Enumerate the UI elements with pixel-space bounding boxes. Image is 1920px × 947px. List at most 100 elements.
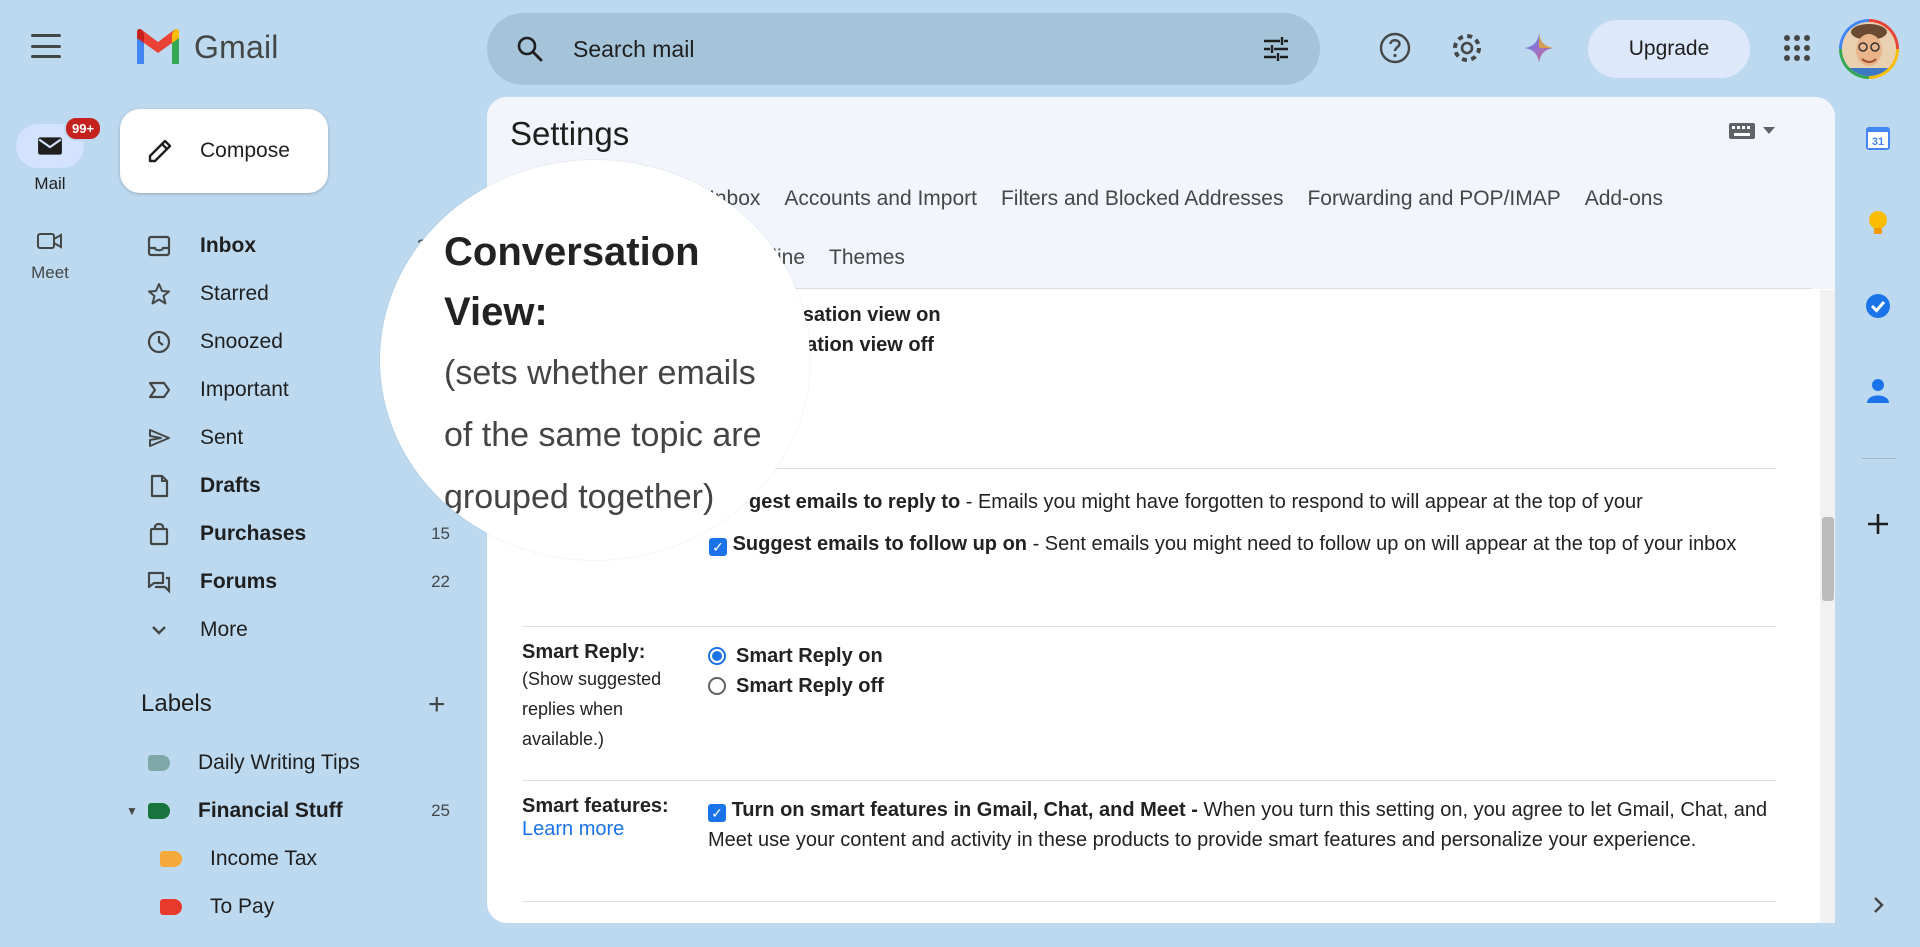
- tab-accounts-and-import[interactable]: Accounts and Import: [784, 187, 977, 211]
- rail-meet[interactable]: Meet: [0, 230, 100, 283]
- search-icon[interactable]: [515, 34, 545, 64]
- rail-mail-label: Mail: [34, 174, 66, 193]
- followup-checkbox[interactable]: ✓: [709, 538, 727, 556]
- nav-item-purchases[interactable]: Purchases 15: [120, 510, 476, 558]
- magnifier-content: Conversation View: (sets whether emails …: [444, 222, 762, 528]
- label-item[interactable]: Daily Writing Tips: [120, 739, 476, 787]
- nav-item-label: Snoozed: [200, 330, 283, 353]
- scrollbar-track[interactable]: [1820, 290, 1835, 923]
- labels-list: Daily Writing Tips ▼ Financial Stuff 25 …: [120, 739, 476, 931]
- rail-mail[interactable]: 99+ Mail: [0, 116, 103, 194]
- unread-badge: 99+: [64, 116, 103, 141]
- caret-down-icon: [1763, 127, 1775, 134]
- smart-reply-label: Smart Reply:: [522, 641, 646, 663]
- send-icon: [146, 425, 172, 451]
- upgrade-button[interactable]: Upgrade: [1588, 20, 1750, 78]
- nav-item-label: Sent: [200, 426, 244, 449]
- apps-grid-icon[interactable]: [1779, 30, 1815, 66]
- smart-reply-on-radio[interactable]: [708, 647, 726, 665]
- smart-features-checkbox[interactable]: ✓: [708, 804, 726, 822]
- option-label: rsation view on: [795, 304, 941, 326]
- search-input[interactable]: [573, 35, 1260, 63]
- scrollbar-thumb[interactable]: [1822, 517, 1834, 601]
- contacts-person-icon[interactable]: [1862, 374, 1894, 406]
- label-item[interactable]: Income Tax: [120, 835, 476, 883]
- search-options-icon[interactable]: [1260, 33, 1292, 65]
- settings-tabs-row-1: Inbox Accounts and Import Filters and Bl…: [709, 187, 1663, 211]
- right-rail-divider: [1862, 458, 1896, 459]
- label-item-label: Financial Stuff: [198, 799, 343, 822]
- draft-icon: [146, 473, 172, 499]
- keyboard-icon: [1729, 123, 1755, 139]
- smart-features-option[interactable]: ✓ Turn on smart features in Gmail, Chat,…: [708, 795, 1778, 855]
- page-title: Settings: [510, 115, 630, 152]
- pencil-icon: [148, 139, 172, 163]
- keep-bulb-icon[interactable]: [1862, 207, 1894, 239]
- magnifier-title: Conversation View:: [444, 230, 700, 334]
- important-icon: [146, 377, 172, 403]
- gmail-wordmark: Gmail: [194, 28, 279, 65]
- smart-features-label: Smart features:: [522, 795, 669, 817]
- account-avatar[interactable]: [1839, 19, 1899, 79]
- smart-reply-off-option[interactable]: Smart Reply off: [708, 671, 1748, 701]
- add-addon-plus-icon[interactable]: [1862, 508, 1894, 540]
- row-label: Smart Reply: (Show suggested replies whe…: [522, 641, 692, 754]
- expand-side-panel-chevron-icon[interactable]: [1862, 889, 1894, 921]
- forum-icon: [146, 569, 172, 595]
- nudges-options: gest emails to reply to - Emails you mig…: [709, 487, 1759, 556]
- main-menu-button[interactable]: [31, 34, 61, 58]
- conversation-view-off-option[interactable]: sation view off: [795, 330, 1835, 360]
- mail-icon: [38, 137, 62, 155]
- smart-features-row: Smart features: Learn more ✓ Turn on sma…: [522, 780, 1776, 902]
- create-label-button[interactable]: +: [428, 690, 446, 720]
- caret-down-icon[interactable]: ▼: [126, 804, 138, 818]
- compose-label: Compose: [200, 139, 290, 162]
- conversation-view-on-option[interactable]: rsation view on: [795, 300, 1835, 330]
- gemini-sparkle-icon[interactable]: [1521, 30, 1557, 66]
- row-label: Smart features: Learn more: [522, 795, 702, 841]
- nav-item-label: Starred: [200, 282, 269, 305]
- calendar-icon[interactable]: 31: [1862, 122, 1894, 154]
- compose-button[interactable]: Compose: [120, 109, 328, 193]
- label-item-label: Income Tax: [210, 847, 317, 870]
- nav-item-label: Forums: [200, 570, 278, 593]
- magnifier-line: of the same topic are: [444, 416, 762, 454]
- settings-gear-icon[interactable]: [1449, 30, 1485, 66]
- option-description: - Sent emails you might need to follow u…: [1027, 533, 1737, 555]
- nav-item-label: Inbox: [200, 234, 256, 257]
- smart-reply-off-radio[interactable]: [708, 677, 726, 695]
- nav-item-label: Important: [200, 378, 289, 401]
- option-label: Smart Reply on: [736, 645, 883, 667]
- label-item[interactable]: To Pay: [120, 883, 476, 931]
- option-description: - Emails you might have forgotten to res…: [960, 491, 1643, 513]
- label-item-label: To Pay: [210, 895, 275, 918]
- smart-reply-on-option[interactable]: Smart Reply on: [708, 641, 1748, 671]
- inbox-icon: [146, 233, 172, 259]
- option-label: Suggest emails to follow up on: [732, 533, 1028, 555]
- search-bar: [487, 13, 1320, 85]
- tab-filters[interactable]: Filters and Blocked Addresses: [1001, 187, 1283, 211]
- learn-more-link[interactable]: Learn more: [522, 818, 702, 841]
- tab-themes[interactable]: Themes: [829, 246, 905, 270]
- input-tools-toggle[interactable]: [1729, 123, 1775, 139]
- gmail-logo[interactable]: Gmail: [134, 28, 279, 66]
- suggest-reply-option[interactable]: gest emails to reply to - Emails you mig…: [709, 487, 1759, 517]
- smart-reply-options: Smart Reply on Smart Reply off: [708, 641, 1748, 701]
- shopping-bag-icon: [146, 521, 172, 547]
- chevron-down-icon: [146, 617, 172, 643]
- tasks-check-icon[interactable]: [1862, 290, 1894, 322]
- nav-item-forums[interactable]: Forums 22: [120, 558, 476, 606]
- label-item[interactable]: ▼ Financial Stuff 25: [120, 787, 476, 835]
- option-label: Turn on smart features in Gmail, Chat, a…: [731, 799, 1198, 821]
- magnifier-callout: Conversation View: (sets whether emails …: [380, 160, 810, 560]
- tab-add-ons[interactable]: Add-ons: [1585, 187, 1663, 211]
- star-icon: [146, 281, 172, 307]
- nav-item-count: 22: [431, 572, 450, 591]
- nav-item-label: Purchases: [200, 522, 307, 545]
- help-icon[interactable]: [1377, 30, 1413, 66]
- tab-forwarding[interactable]: Forwarding and POP/IMAP: [1307, 187, 1560, 211]
- suggest-followup-option[interactable]: ✓ Suggest emails to follow up on - Sent …: [709, 529, 1759, 559]
- option-label: Smart Reply off: [736, 675, 884, 697]
- nav-item-more[interactable]: More: [120, 606, 476, 654]
- nav-item-label: More: [200, 618, 248, 641]
